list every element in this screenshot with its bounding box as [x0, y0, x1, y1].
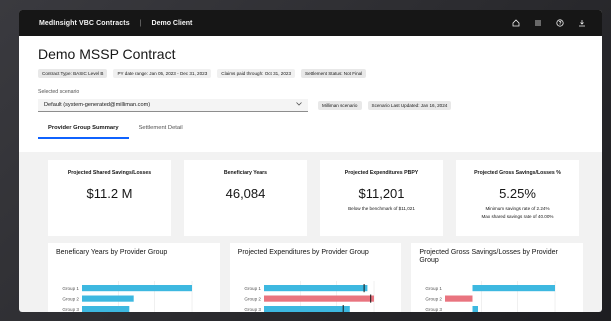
kpi-title: Projected Shared Savings/Losses [67, 170, 152, 176]
kpi-title: Beneficiary Years [223, 170, 268, 176]
bar [82, 306, 130, 312]
chart-projected-expenditures: Projected Expenditures by Provider Group… [229, 243, 402, 312]
settlement-status-chip: Settlement Status: Not Final [301, 69, 367, 78]
kpi-note-secondary: Max shared savings rate of 40.00% [481, 214, 554, 219]
tab-provider-group-summary[interactable]: Provider Group Summary [38, 122, 129, 139]
list-icon[interactable] [534, 19, 542, 27]
bar [472, 285, 556, 292]
app-window: MedInsight VBC Contracts | Demo Client D… [19, 10, 602, 312]
chart-plot: Group 1Group 2Group 3Group 4 [62, 281, 193, 312]
scenario-updated-chip: Scenario Last Updated: Jan 16, 2024 [367, 101, 452, 110]
kpi-note: Minimum savings rate of 2.24% [485, 206, 550, 211]
kpi-title: Projected Gross Savings/Losses % [474, 170, 561, 176]
nav-separator: | [139, 19, 142, 27]
tick-label: Group 2 [62, 297, 79, 302]
app-brand[interactable]: MedInsight VBC Contracts [39, 20, 130, 27]
page-title: Demo MSSP Contract [38, 46, 176, 62]
tick-label: Group 2 [244, 297, 261, 302]
scenario-value: Default (system-generated@milliman.com) [44, 102, 151, 108]
kpi-card-expenditures-pbpy: Projected Expenditures PBPY $11,201 Belo… [320, 160, 443, 236]
contract-type-chip: Contract Type: BASIC Level B [38, 69, 108, 78]
tick-label: Group 1 [62, 286, 79, 291]
scenario-row: Default (system-generated@milliman.com) … [38, 99, 602, 112]
kpi-card-beneficiary-years: Beneficiary Years 46,084 [184, 160, 307, 236]
kpi-note: Below the benchmark of $11,021 [348, 206, 415, 211]
kpi-card-shared-savings: Projected Shared Savings/Losses $11.2 M [48, 160, 171, 236]
kpi-title: Projected Expenditures PBPY [344, 170, 419, 176]
client-name[interactable]: Demo Client [152, 20, 193, 27]
kpi-value: $11.2 M [86, 186, 133, 201]
home-icon[interactable] [512, 19, 520, 27]
top-nav: MedInsight VBC Contracts | Demo Client [19, 10, 602, 36]
help-icon[interactable] [556, 19, 564, 27]
bar [263, 306, 350, 312]
kpi-value: 46,084 [225, 186, 266, 201]
kpi-value: $11,201 [358, 186, 405, 201]
chart-plot: Group 1Group 2Group 3Group 4 [426, 281, 556, 312]
chevron-down-icon [296, 102, 302, 108]
tick-label: Group 3 [426, 307, 443, 312]
kpi-card-gross-savings-pct: Projected Gross Savings/Losses % 5.25% M… [456, 160, 579, 236]
bar [445, 295, 473, 302]
tab-bar: Provider Group Summary Settlement Detail [38, 122, 602, 139]
kpi-value: 5.25% [499, 186, 536, 201]
download-icon[interactable] [578, 19, 586, 27]
bar [82, 285, 192, 292]
tab-settlement-detail[interactable]: Settlement Detail [129, 122, 193, 139]
tick-label: Group 2 [426, 297, 443, 302]
scenario-dropdown[interactable]: Default (system-generated@milliman.com) [38, 99, 308, 112]
tick-label: Group 1 [244, 286, 261, 291]
chart-beneficiary-years: Beneficary Years by Provider Group Group… [48, 243, 220, 312]
dashboard-content: Projected Shared Savings/Losses $11.2 M … [19, 152, 602, 312]
bar [472, 306, 479, 312]
contract-meta: Contract Type: BASIC Level B PY date ran… [38, 69, 602, 78]
contract-header: Demo MSSP Contract Contract Type: BASIC … [19, 36, 602, 152]
bar [82, 295, 134, 302]
milliman-scenario-chip: Milliman scenario [318, 101, 362, 110]
kpi-row: Projected Shared Savings/Losses $11.2 M … [48, 160, 583, 236]
date-range-chip: PY date range: Jan 05, 2023 - Dec 31, 20… [113, 69, 212, 78]
chart-row: Beneficary Years by Provider Group Group… [48, 243, 584, 312]
chart-gross-savings: Projected Gross Savings/Losses by Provid… [411, 243, 584, 312]
claims-paid-chip: Claims paid through: Oct 31, 2023 [217, 69, 295, 78]
scenario-label: Selected scenario [38, 89, 80, 95]
tick-label: Group 3 [62, 307, 79, 312]
tick-label: Group 1 [426, 286, 443, 291]
bar [263, 285, 368, 292]
chart-plot: Group 1Group 2Group 3Group 4 [244, 281, 374, 312]
bar [263, 295, 374, 302]
tick-label: Group 3 [244, 307, 261, 312]
